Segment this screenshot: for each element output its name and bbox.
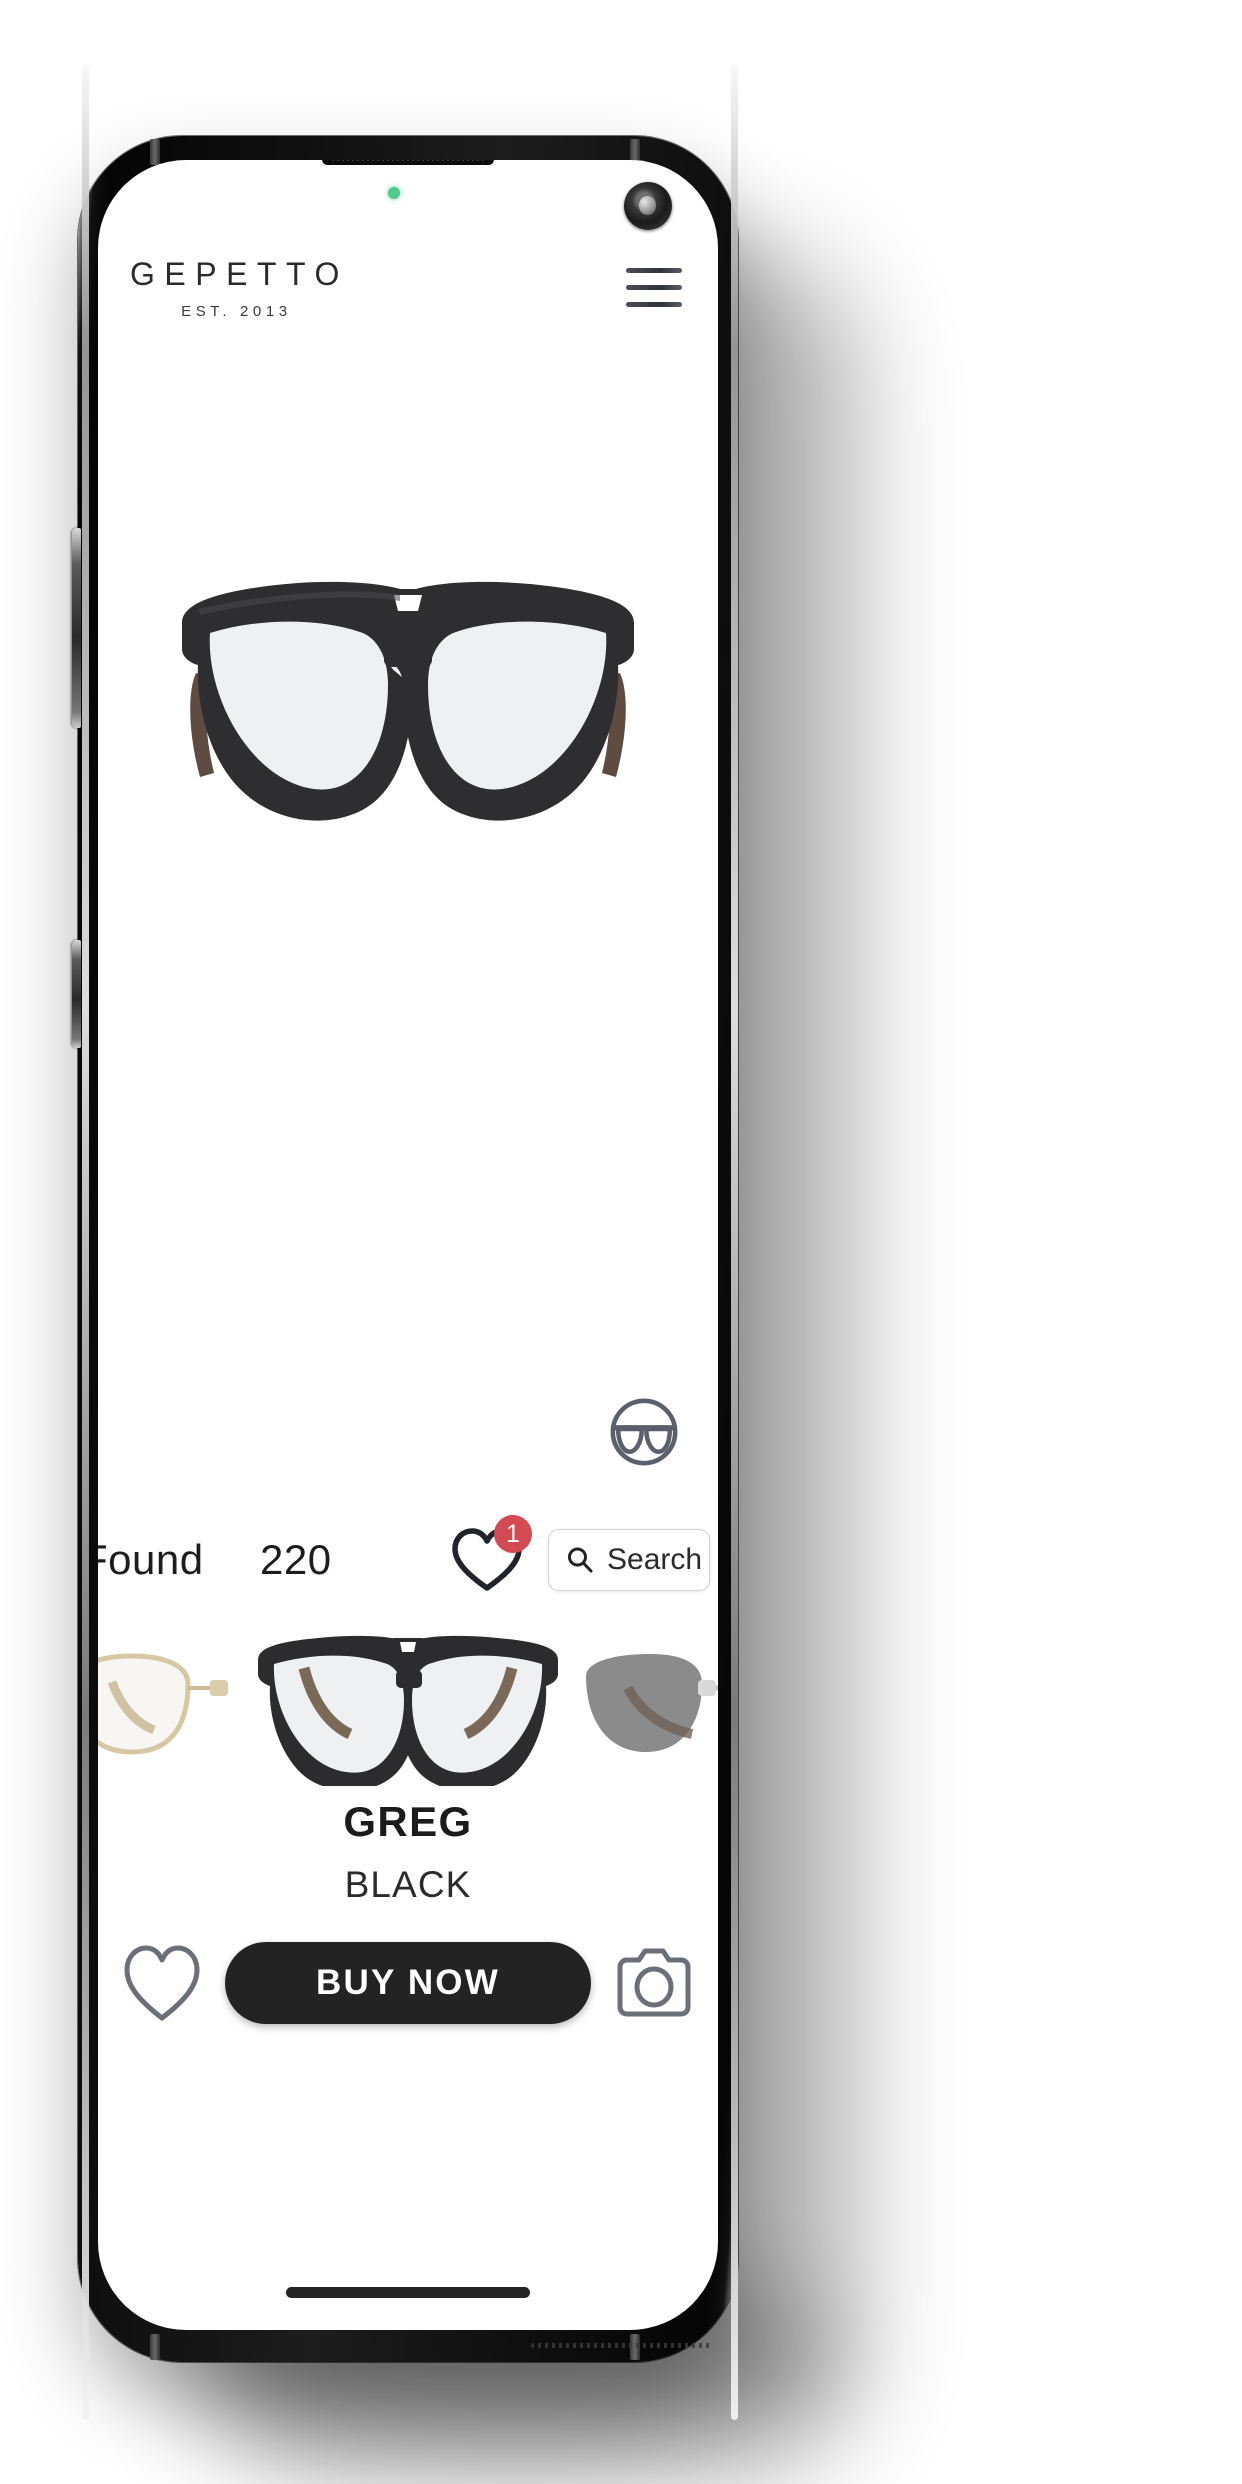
found-count: 220 [260,1536,332,1583]
buy-now-button[interactable]: BUY NOW [225,1942,591,2024]
found-label: Found [98,1536,204,1583]
gold-wire-frames-icon [98,1653,228,1755]
search-placeholder-text: Search [607,1543,703,1576]
home-indicator[interactable] [286,2287,530,2298]
screenshot-stage: GEPETTO EST. 2013 ound 220 1 Search GREG… [0,0,1242,2484]
product-name: GREG [343,1798,473,1845]
hamburger-line-2 [626,285,682,290]
gray-tinted-rimless-icon [586,1654,718,1752]
earpiece-speaker-icon [322,160,494,165]
results-search-row: Found 220 1 Search [98,1515,718,1603]
product-info: GREG BLACK [98,1798,718,1906]
product-carousel[interactable] [98,1608,718,1794]
carousel-item-active[interactable] [248,1616,568,1786]
carousel-item-next[interactable] [568,1626,718,1776]
brand-name: GEPETTO [130,256,349,292]
heart-outline-icon [124,1945,200,2021]
brand-established: EST. 2013 [181,303,292,320]
face-with-glasses-icon [610,1398,678,1466]
app-header: GEPETTO EST. 2013 [98,252,718,372]
black-aviator-frames-icon [258,1635,558,1786]
add-to-favorites-button[interactable] [120,1941,204,2025]
hamburger-line-3 [626,302,682,307]
favorites-count-badge: 1 [494,1515,532,1553]
carousel-item-previous[interactable] [98,1626,262,1776]
hero-product-image[interactable] [98,530,718,860]
search-input[interactable]: Search [548,1529,710,1591]
volume-rocker-button[interactable] [72,528,81,728]
bottom-action-bar: BUY NOW [98,1928,718,2038]
brand-logo[interactable]: GEPETTO EST. 2013 [130,252,349,320]
product-color: BLACK [344,1864,472,1905]
status-led-indicator [388,187,400,199]
power-button[interactable] [72,940,81,1048]
hamburger-menu-icon[interactable] [626,252,682,307]
camera-capture-button[interactable] [612,1941,696,2025]
search-icon [568,1547,593,1573]
aviator-eyeglasses-hero-icon [182,581,634,821]
phone-screen: GEPETTO EST. 2013 ound 220 1 Search GREG… [98,160,718,2330]
hamburger-line-1 [626,268,682,273]
camera-icon [617,1948,691,2017]
favorites-button[interactable]: 1 [450,1515,532,1595]
virtual-try-on-button[interactable] [606,1394,682,1470]
front-camera-icon [624,182,672,230]
bottom-speaker-grille [531,2343,711,2348]
